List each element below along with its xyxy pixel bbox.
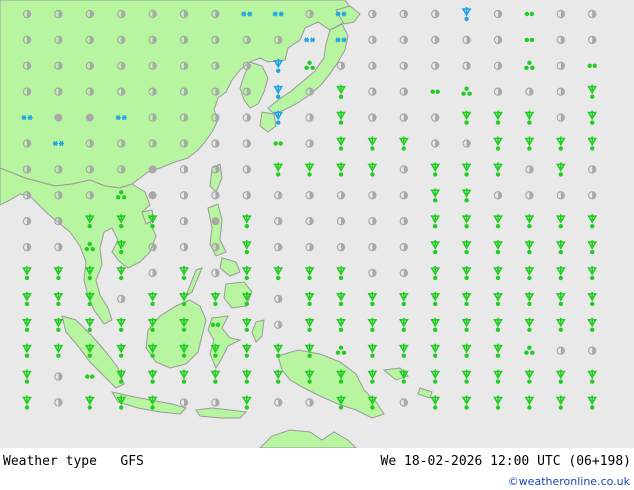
map-canvas — [0, 0, 634, 448]
dry-dot-icon — [148, 191, 157, 200]
map-footer: Weather type GFS We 18-02-2026 12:00 UTC… — [0, 448, 634, 490]
weather-map — [0, 0, 634, 448]
credit-link[interactable]: ©weatheronline.co.uk — [508, 475, 630, 488]
valid-time: We 18-02-2026 12:00 UTC (06+198) — [380, 454, 631, 469]
dry-dot-icon — [148, 165, 157, 174]
footer-title: Weather type GFS — [3, 454, 144, 469]
model-name: GFS — [120, 454, 144, 469]
dry-dot-icon — [54, 113, 63, 122]
dry-dot-icon — [85, 113, 94, 122]
dry-dot-icon — [211, 217, 220, 226]
map-title: Weather type — [3, 454, 97, 469]
